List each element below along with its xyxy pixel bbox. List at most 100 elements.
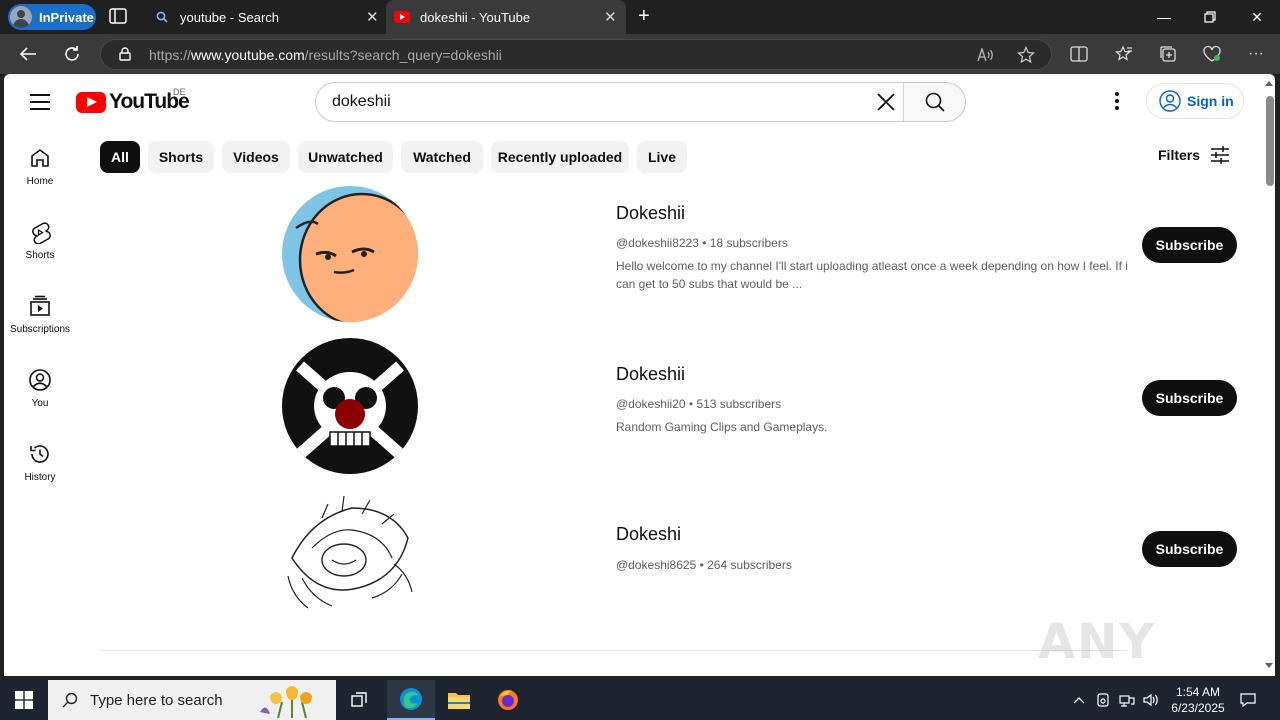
subscribe-button[interactable]: Subscribe (1142, 227, 1237, 263)
channel-result: Dokeshii @dokeshii20 • 513 subscribers R… (4, 338, 1275, 488)
search-icon (925, 92, 945, 112)
channel-description: Hello welcome to my channel I'll start u… (616, 259, 1128, 291)
chip-all[interactable]: All (100, 141, 140, 173)
read-aloud-icon[interactable] (973, 42, 999, 68)
tab-title: dokeshii - YouTube (420, 9, 531, 25)
guide-menu-icon[interactable] (30, 94, 50, 110)
anyrun-watermark: ANY RUN (1038, 614, 1158, 676)
network-icon[interactable] (1116, 680, 1138, 720)
channel-meta: @dokeshii8223 • 18 subscribers (616, 236, 788, 250)
clear-search-icon[interactable] (875, 91, 897, 113)
page-scrollbar[interactable] (1263, 74, 1275, 676)
taskbar-search-placeholder: Type here to search (90, 691, 223, 709)
url-text: https://www.youtube.com/results?search_q… (149, 47, 502, 63)
chip-recently-uploaded[interactable]: Recently uploaded (491, 141, 629, 173)
address-toolbar: https://www.youtube.com/results?search_q… (0, 34, 1280, 74)
manga-sketch-avatar-icon (282, 488, 418, 624)
sign-in-button[interactable]: Sign in (1146, 83, 1244, 119)
settings-more-icon[interactable]: ··· (1243, 41, 1269, 67)
taskbar-edge[interactable] (387, 680, 435, 720)
split-screen-icon[interactable] (1066, 41, 1092, 67)
channel-name[interactable]: Dokeshi (616, 524, 681, 545)
windows-taskbar: Type here to search 1:54 AM 6/23/2025 (0, 680, 1280, 720)
chip-videos[interactable]: Videos (222, 141, 290, 173)
youtube-logo[interactable]: YouTube DE (76, 87, 190, 114)
windows-logo-icon (15, 691, 33, 709)
task-view-icon (351, 692, 367, 707)
channel-result: Dokeshii @dokeshii8223 • 18 subscribers … (4, 186, 1275, 336)
scrollbar-thumb[interactable] (1266, 96, 1274, 186)
tab-actions-icon[interactable] (108, 7, 130, 27)
country-code: DE (173, 87, 186, 97)
search-input[interactable]: dokeshii (315, 82, 904, 122)
inprivate-badge[interactable]: InPrivate (8, 4, 96, 30)
new-tab-button[interactable]: + (638, 6, 650, 26)
channel-name[interactable]: Dokeshii (616, 364, 685, 385)
youtube-page: YouTube DE dokeshii Sign in Home Shorts … (4, 74, 1275, 676)
channel-avatar[interactable] (282, 338, 418, 474)
browser-essentials-icon[interactable] (1199, 41, 1225, 67)
device-icon[interactable] (1093, 680, 1113, 720)
channel-description: Random Gaming Clips and Gameplays. (616, 420, 828, 434)
favorites-icon[interactable] (1111, 41, 1137, 67)
channel-meta: @dokeshi8625 • 264 subscribers (616, 558, 792, 572)
search-input-value: dokeshii (332, 93, 391, 110)
filters-label: Filters (1158, 147, 1201, 163)
back-button[interactable] (14, 41, 42, 67)
chip-shorts[interactable]: Shorts (148, 141, 214, 173)
tab-youtube-search[interactable]: youtube - Search ✕ (146, 0, 386, 34)
close-window-button[interactable]: ✕ (1234, 0, 1280, 34)
collections-icon[interactable] (1155, 41, 1181, 67)
tab-dokeshii-youtube[interactable]: dokeshii - YouTube ✕ (386, 0, 626, 34)
chip-watched[interactable]: Watched (401, 141, 483, 173)
chip-unwatched[interactable]: Unwatched (298, 141, 393, 173)
task-view-button[interactable] (336, 680, 384, 720)
home-icon (31, 149, 49, 167)
channel-avatar[interactable] (282, 488, 418, 624)
channel-name[interactable]: Dokeshii (616, 203, 685, 224)
volume-icon[interactable] (1140, 680, 1162, 720)
address-bar[interactable]: https://www.youtube.com/results?search_q… (100, 39, 1052, 70)
channel-avatar[interactable] (282, 186, 418, 322)
refresh-button[interactable] (58, 41, 86, 67)
start-button[interactable] (0, 680, 48, 720)
subscribe-button[interactable]: Subscribe (1142, 531, 1237, 567)
account-icon (1159, 90, 1181, 112)
channel-meta: @dokeshii20 • 513 subscribers (616, 397, 782, 411)
filters-sliders-icon (1211, 146, 1230, 164)
clock-date: 6/23/2025 (1171, 701, 1225, 715)
edge-browser-icon (400, 688, 422, 710)
clown-skull-avatar-icon (282, 338, 418, 474)
scroll-down-icon[interactable] (1265, 663, 1273, 668)
profile-avatar-icon (10, 6, 32, 28)
bing-search-icon (156, 11, 168, 23)
search-button[interactable] (903, 82, 966, 122)
search-icon (62, 692, 78, 708)
youtube-play-icon (76, 91, 106, 113)
chip-live[interactable]: Live (637, 141, 687, 173)
close-tab-icon[interactable]: ✕ (604, 8, 617, 26)
taskbar-file-explorer[interactable] (435, 680, 483, 720)
smug-face-avatar-icon (282, 186, 418, 322)
minimize-button[interactable]: — (1141, 0, 1187, 34)
subscribe-button[interactable]: Subscribe (1142, 380, 1237, 416)
favorite-star-icon[interactable] (1013, 42, 1039, 68)
filters-button[interactable]: Filters (1158, 146, 1230, 164)
scroll-up-icon[interactable] (1265, 81, 1273, 86)
folder-icon (448, 693, 470, 709)
show-hidden-icons[interactable] (1068, 680, 1090, 720)
firefox-icon (498, 690, 518, 710)
restore-button[interactable] (1187, 0, 1233, 34)
tab-title: youtube - Search (180, 9, 280, 25)
settings-kebab-icon[interactable] (1115, 92, 1119, 112)
notifications-icon[interactable] (1236, 680, 1260, 720)
taskbar-firefox[interactable] (484, 680, 532, 720)
lock-icon[interactable] (119, 47, 131, 61)
close-tab-icon[interactable]: ✕ (366, 8, 379, 26)
youtube-favicon-icon (394, 11, 410, 23)
flowers-decoration-icon (260, 686, 312, 718)
section-divider (100, 650, 1128, 651)
taskbar-search-box[interactable]: Type here to search (48, 680, 336, 720)
taskbar-clock[interactable]: 1:54 AM 6/23/2025 (1160, 684, 1236, 716)
sign-in-label: Sign in (1187, 93, 1234, 109)
